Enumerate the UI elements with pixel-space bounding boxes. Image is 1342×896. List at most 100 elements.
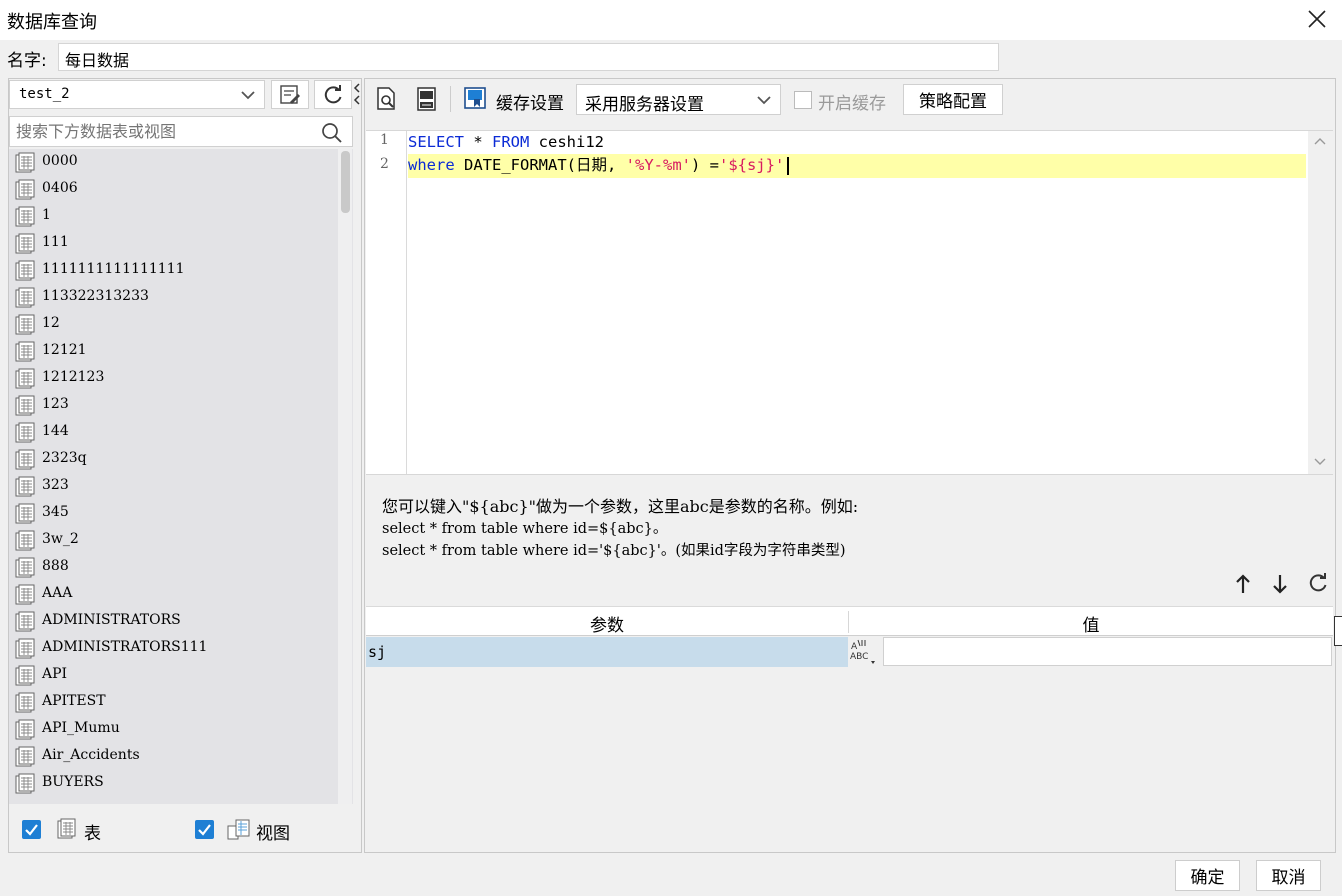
code-text: ceshi12 xyxy=(529,133,604,151)
database-select-value: test_2 xyxy=(19,86,70,102)
move-up-icon[interactable] xyxy=(1234,573,1252,595)
table-list-item[interactable]: 1212123 xyxy=(9,365,339,392)
ok-button[interactable]: 确定 xyxy=(1175,860,1240,891)
table-search-input[interactable] xyxy=(10,117,310,145)
edit-connection-button[interactable] xyxy=(271,80,309,109)
code-line-1: SELECT * FROM ceshi12 xyxy=(408,131,604,155)
table-name: 123 xyxy=(42,396,69,412)
toolbar-divider xyxy=(450,86,451,112)
checkmark-icon xyxy=(198,824,211,836)
table-icon xyxy=(15,557,35,578)
refresh-tables-button[interactable] xyxy=(314,80,352,109)
table-list-item[interactable]: 2323q xyxy=(9,446,339,473)
sql-file-icon[interactable] xyxy=(416,87,438,111)
string-literal: '${sj}' xyxy=(718,156,785,174)
table-name: 12 xyxy=(42,315,60,331)
table-icon xyxy=(15,341,35,362)
table-icon xyxy=(57,818,76,839)
table-name: ADMINISTRATORS111 xyxy=(42,639,208,655)
table-list-item[interactable]: 111 xyxy=(9,230,339,257)
preview-icon[interactable] xyxy=(376,87,398,111)
table-name: API xyxy=(42,666,68,682)
table-name: 345 xyxy=(42,504,69,520)
table-name: 888 xyxy=(42,558,69,574)
table-list-item[interactable]: Air_Accidents xyxy=(9,743,339,770)
line-number: 2 xyxy=(380,156,389,172)
show-tables-checkbox[interactable] xyxy=(22,820,41,839)
show-views-checkbox[interactable] xyxy=(195,820,214,839)
table-list-item[interactable]: ADMINISTRATORS111 xyxy=(9,635,339,662)
window-title: 数据库查询 xyxy=(7,12,97,33)
scroll-up-icon[interactable] xyxy=(1313,136,1327,146)
table-list-item[interactable]: API xyxy=(9,662,339,689)
table-list-item[interactable]: 0000 xyxy=(9,149,339,176)
cancel-button[interactable]: 取消 xyxy=(1256,860,1321,891)
table-list-item[interactable]: 123 xyxy=(9,392,339,419)
show-views-label: 视图 xyxy=(256,824,290,844)
table-search-box[interactable] xyxy=(9,116,353,147)
svg-text:A: A xyxy=(851,642,858,652)
table-list-item[interactable]: 1 xyxy=(9,203,339,230)
table-icon xyxy=(15,152,35,173)
table-name: Air_Accidents xyxy=(42,747,140,763)
panel-edge-handle xyxy=(1334,616,1342,646)
table-icon xyxy=(15,206,35,227)
cache-settings-select[interactable]: 采用服务器设置 xyxy=(576,84,781,115)
table-icon xyxy=(15,503,35,524)
editor-scrollbar[interactable] xyxy=(1308,131,1333,474)
table-icon xyxy=(15,692,35,713)
table-list-item[interactable]: BUYERS xyxy=(9,770,339,797)
table-name: ADMINISTRATORS xyxy=(42,612,181,628)
table-name: BUYERS xyxy=(42,774,104,790)
param-value-input[interactable] xyxy=(883,637,1332,666)
parameter-hint-line: 您可以键入"${abc}"做为一个参数，这里abc是参数的名称。例如: xyxy=(382,497,859,516)
table-list-item[interactable]: 113322313233 xyxy=(9,284,339,311)
search-icon[interactable] xyxy=(321,122,343,144)
table-list-item[interactable]: AAA xyxy=(9,581,339,608)
name-input[interactable]: 每日数据 xyxy=(58,43,999,71)
table-list-item[interactable]: ADMINISTRATORS xyxy=(9,608,339,635)
table-list-item[interactable]: 1111111111111111 xyxy=(9,257,339,284)
table-list-scrollbar[interactable] xyxy=(338,149,352,804)
table-list-item[interactable]: 888 xyxy=(9,554,339,581)
table-icon xyxy=(15,719,35,740)
database-select[interactable]: test_2 xyxy=(9,80,265,109)
table-icon xyxy=(15,314,35,335)
table-list-item[interactable]: APITEST xyxy=(9,689,339,716)
move-down-icon[interactable] xyxy=(1271,573,1289,595)
keyword: FROM xyxy=(492,133,530,151)
cache-icon[interactable] xyxy=(463,86,487,110)
table-list-item[interactable]: 323 xyxy=(9,473,339,500)
enable-cache-checkbox[interactable] xyxy=(794,91,812,109)
table-list-item[interactable]: 144 xyxy=(9,419,339,446)
param-name-cell[interactable]: sj xyxy=(366,637,848,667)
table-icon xyxy=(15,773,35,794)
strategy-config-button[interactable]: 策略配置 xyxy=(903,84,1003,115)
table-icon xyxy=(15,422,35,443)
refresh-icon xyxy=(324,84,342,103)
code-text: ) = xyxy=(690,156,719,174)
scrollbar-thumb[interactable] xyxy=(341,151,350,213)
table-list-item[interactable]: 345 xyxy=(9,500,339,527)
table-name: 1111111111111111 xyxy=(42,261,185,277)
table-list-item[interactable]: 0406 xyxy=(9,176,339,203)
table-icon xyxy=(15,611,35,632)
table-list-item[interactable]: 12121 xyxy=(9,338,339,365)
table-name: API_Mumu xyxy=(42,720,120,736)
table-list-item[interactable]: 12 xyxy=(9,311,339,338)
value-type-icon[interactable]: AABC xyxy=(849,635,881,667)
table-list-item[interactable]: 3w_2 xyxy=(9,527,339,554)
close-icon[interactable] xyxy=(1304,6,1330,32)
table-list-item[interactable]: API_Mumu xyxy=(9,716,339,743)
line-number: 1 xyxy=(380,132,389,148)
refresh-params-icon[interactable] xyxy=(1307,572,1329,594)
show-tables-label: 表 xyxy=(84,824,101,844)
collapse-arrows-icon[interactable] xyxy=(353,82,361,108)
table-name: 111 xyxy=(42,234,69,250)
table-icon xyxy=(15,395,35,416)
table-name: 1212123 xyxy=(42,369,105,385)
param-column-header: 参数 xyxy=(590,616,624,636)
svg-text:ABC: ABC xyxy=(850,652,868,662)
sql-editor[interactable]: 1 2 SELECT * FROM ceshi12 where DATE_FOR… xyxy=(366,130,1333,475)
scroll-down-icon[interactable] xyxy=(1313,457,1327,467)
